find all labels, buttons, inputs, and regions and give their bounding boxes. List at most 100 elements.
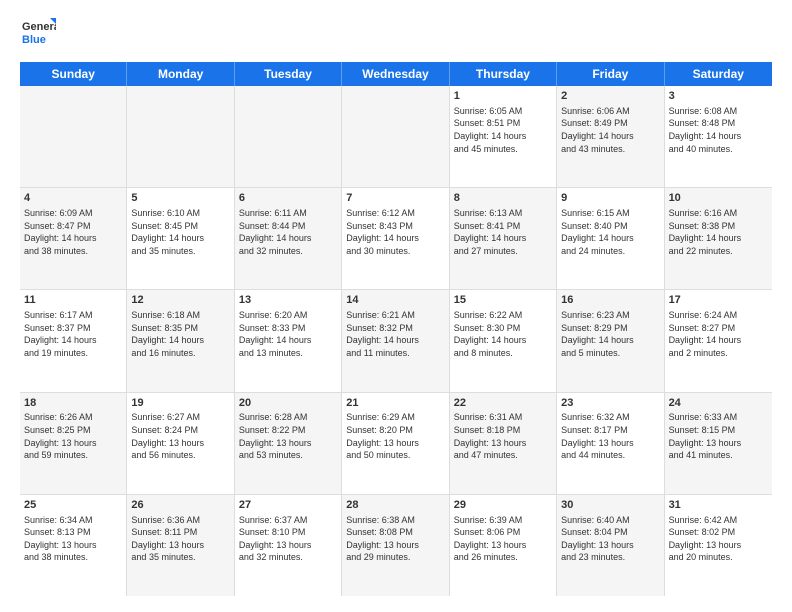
svg-text:General: General [22,21,56,33]
cal-cell: 2Sunrise: 6:06 AM Sunset: 8:49 PM Daylig… [557,86,664,187]
day-number: 14 [346,293,444,308]
day-number: 18 [24,396,122,411]
cal-cell: 10Sunrise: 6:16 AM Sunset: 8:38 PM Dayli… [665,188,772,289]
cal-row: 1Sunrise: 6:05 AM Sunset: 8:51 PM Daylig… [20,86,772,188]
cal-header-cell: Monday [127,62,234,86]
cell-content: Sunrise: 6:05 AM Sunset: 8:51 PM Dayligh… [454,105,552,155]
cal-cell: 18Sunrise: 6:26 AM Sunset: 8:25 PM Dayli… [20,393,127,494]
cell-content: Sunrise: 6:08 AM Sunset: 8:48 PM Dayligh… [669,105,768,155]
calendar: SundayMondayTuesdayWednesdayThursdayFrid… [20,62,772,596]
cal-header-cell: Friday [557,62,664,86]
cal-header-cell: Saturday [665,62,772,86]
cal-cell: 13Sunrise: 6:20 AM Sunset: 8:33 PM Dayli… [235,290,342,391]
cal-cell: 30Sunrise: 6:40 AM Sunset: 8:04 PM Dayli… [557,495,664,596]
cal-cell: 23Sunrise: 6:32 AM Sunset: 8:17 PM Dayli… [557,393,664,494]
day-number: 11 [24,293,122,308]
cell-content: Sunrise: 6:40 AM Sunset: 8:04 PM Dayligh… [561,514,659,564]
cell-content: Sunrise: 6:42 AM Sunset: 8:02 PM Dayligh… [669,514,768,564]
cal-cell: 26Sunrise: 6:36 AM Sunset: 8:11 PM Dayli… [127,495,234,596]
cal-cell: 29Sunrise: 6:39 AM Sunset: 8:06 PM Dayli… [450,495,557,596]
cal-header-cell: Thursday [450,62,557,86]
cell-content: Sunrise: 6:28 AM Sunset: 8:22 PM Dayligh… [239,411,337,461]
day-number: 5 [131,191,229,206]
cell-content: Sunrise: 6:29 AM Sunset: 8:20 PM Dayligh… [346,411,444,461]
day-number: 23 [561,396,659,411]
cell-content: Sunrise: 6:13 AM Sunset: 8:41 PM Dayligh… [454,207,552,257]
day-number: 15 [454,293,552,308]
day-number: 22 [454,396,552,411]
header: General Blue [20,16,772,52]
cal-cell: 16Sunrise: 6:23 AM Sunset: 8:29 PM Dayli… [557,290,664,391]
cal-cell: 20Sunrise: 6:28 AM Sunset: 8:22 PM Dayli… [235,393,342,494]
cal-cell: 17Sunrise: 6:24 AM Sunset: 8:27 PM Dayli… [665,290,772,391]
day-number: 7 [346,191,444,206]
cell-content: Sunrise: 6:15 AM Sunset: 8:40 PM Dayligh… [561,207,659,257]
cal-cell: 28Sunrise: 6:38 AM Sunset: 8:08 PM Dayli… [342,495,449,596]
day-number: 19 [131,396,229,411]
cell-content: Sunrise: 6:10 AM Sunset: 8:45 PM Dayligh… [131,207,229,257]
cell-content: Sunrise: 6:34 AM Sunset: 8:13 PM Dayligh… [24,514,122,564]
cal-cell: 22Sunrise: 6:31 AM Sunset: 8:18 PM Dayli… [450,393,557,494]
cal-cell: 1Sunrise: 6:05 AM Sunset: 8:51 PM Daylig… [450,86,557,187]
cal-cell: 19Sunrise: 6:27 AM Sunset: 8:24 PM Dayli… [127,393,234,494]
cal-cell: 8Sunrise: 6:13 AM Sunset: 8:41 PM Daylig… [450,188,557,289]
cell-content: Sunrise: 6:27 AM Sunset: 8:24 PM Dayligh… [131,411,229,461]
cal-row: 11Sunrise: 6:17 AM Sunset: 8:37 PM Dayli… [20,290,772,392]
cell-content: Sunrise: 6:23 AM Sunset: 8:29 PM Dayligh… [561,309,659,359]
cal-cell: 3Sunrise: 6:08 AM Sunset: 8:48 PM Daylig… [665,86,772,187]
cal-cell: 31Sunrise: 6:42 AM Sunset: 8:02 PM Dayli… [665,495,772,596]
cal-cell: 5Sunrise: 6:10 AM Sunset: 8:45 PM Daylig… [127,188,234,289]
cell-content: Sunrise: 6:18 AM Sunset: 8:35 PM Dayligh… [131,309,229,359]
cell-content: Sunrise: 6:12 AM Sunset: 8:43 PM Dayligh… [346,207,444,257]
page: General Blue SundayMondayTuesdayWednesda… [0,0,792,612]
cal-cell: 24Sunrise: 6:33 AM Sunset: 8:15 PM Dayli… [665,393,772,494]
cell-content: Sunrise: 6:11 AM Sunset: 8:44 PM Dayligh… [239,207,337,257]
cal-cell [342,86,449,187]
cell-content: Sunrise: 6:38 AM Sunset: 8:08 PM Dayligh… [346,514,444,564]
cal-cell [235,86,342,187]
day-number: 26 [131,498,229,513]
cell-content: Sunrise: 6:21 AM Sunset: 8:32 PM Dayligh… [346,309,444,359]
day-number: 27 [239,498,337,513]
cal-cell: 6Sunrise: 6:11 AM Sunset: 8:44 PM Daylig… [235,188,342,289]
cell-content: Sunrise: 6:17 AM Sunset: 8:37 PM Dayligh… [24,309,122,359]
cal-cell: 11Sunrise: 6:17 AM Sunset: 8:37 PM Dayli… [20,290,127,391]
cell-content: Sunrise: 6:16 AM Sunset: 8:38 PM Dayligh… [669,207,768,257]
cal-header-cell: Wednesday [342,62,449,86]
day-number: 3 [669,89,768,104]
cell-content: Sunrise: 6:39 AM Sunset: 8:06 PM Dayligh… [454,514,552,564]
cal-cell: 21Sunrise: 6:29 AM Sunset: 8:20 PM Dayli… [342,393,449,494]
svg-text:Blue: Blue [22,34,46,46]
day-number: 2 [561,89,659,104]
day-number: 25 [24,498,122,513]
day-number: 1 [454,89,552,104]
cal-header-cell: Sunday [20,62,127,86]
cell-content: Sunrise: 6:31 AM Sunset: 8:18 PM Dayligh… [454,411,552,461]
cell-content: Sunrise: 6:36 AM Sunset: 8:11 PM Dayligh… [131,514,229,564]
cell-content: Sunrise: 6:09 AM Sunset: 8:47 PM Dayligh… [24,207,122,257]
cell-content: Sunrise: 6:32 AM Sunset: 8:17 PM Dayligh… [561,411,659,461]
day-number: 31 [669,498,768,513]
day-number: 12 [131,293,229,308]
day-number: 13 [239,293,337,308]
day-number: 16 [561,293,659,308]
cal-row: 4Sunrise: 6:09 AM Sunset: 8:47 PM Daylig… [20,188,772,290]
logo-svg: General Blue [20,16,56,52]
cell-content: Sunrise: 6:24 AM Sunset: 8:27 PM Dayligh… [669,309,768,359]
day-number: 17 [669,293,768,308]
day-number: 4 [24,191,122,206]
cell-content: Sunrise: 6:37 AM Sunset: 8:10 PM Dayligh… [239,514,337,564]
cal-cell: 9Sunrise: 6:15 AM Sunset: 8:40 PM Daylig… [557,188,664,289]
cal-cell: 7Sunrise: 6:12 AM Sunset: 8:43 PM Daylig… [342,188,449,289]
cell-content: Sunrise: 6:33 AM Sunset: 8:15 PM Dayligh… [669,411,768,461]
day-number: 9 [561,191,659,206]
cal-row: 25Sunrise: 6:34 AM Sunset: 8:13 PM Dayli… [20,495,772,596]
calendar-body: 1Sunrise: 6:05 AM Sunset: 8:51 PM Daylig… [20,86,772,596]
cell-content: Sunrise: 6:06 AM Sunset: 8:49 PM Dayligh… [561,105,659,155]
day-number: 28 [346,498,444,513]
day-number: 8 [454,191,552,206]
day-number: 30 [561,498,659,513]
logo: General Blue [20,16,56,52]
cal-cell: 25Sunrise: 6:34 AM Sunset: 8:13 PM Dayli… [20,495,127,596]
cal-cell: 15Sunrise: 6:22 AM Sunset: 8:30 PM Dayli… [450,290,557,391]
